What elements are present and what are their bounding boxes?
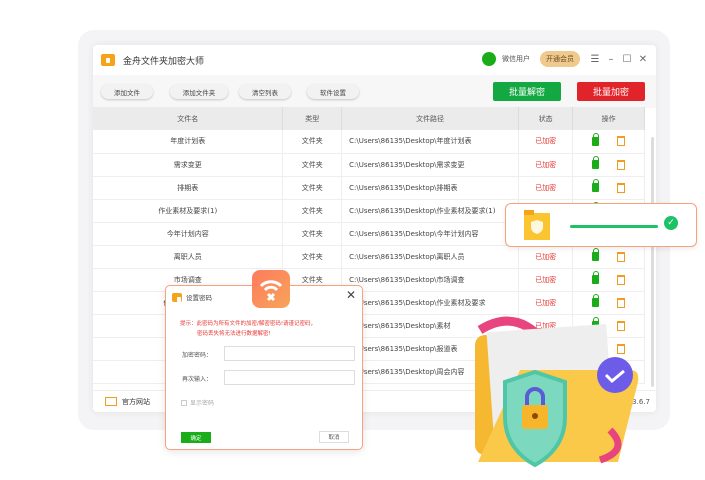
batch-encrypt-button[interactable]: 批量加密 — [577, 82, 645, 101]
no-network-badge — [252, 270, 290, 308]
check-icon: ✓ — [664, 216, 678, 230]
file-path: C:\Users\86135\Desktop\作业素材及要求(1) — [341, 199, 520, 223]
clear-list-button[interactable]: 清空列表 — [239, 84, 291, 99]
dialog-close-icon[interactable]: ✕ — [346, 288, 356, 302]
status-badge: 已加密 — [518, 153, 574, 177]
show-password-checkbox[interactable]: 显示密码 — [181, 398, 214, 407]
file-name: 今年计划内容 — [93, 222, 284, 246]
file-name: 排期表 — [93, 176, 284, 200]
batch-decrypt-button[interactable]: 批量解密 — [493, 82, 561, 101]
vip-button[interactable]: 开通会员 — [540, 51, 580, 67]
file-path: C:\Users\86135\Desktop\排期表 — [341, 176, 520, 200]
table-row[interactable]: 排期表 文件夹 C:\Users\86135\Desktop\排期表 已加密 — [93, 176, 645, 200]
app-logo-icon — [101, 54, 115, 66]
monitor-icon — [105, 397, 117, 406]
file-name: 作业素材及要求(1) — [93, 199, 284, 223]
status-badge: 已加密 — [518, 130, 574, 154]
delete-icon[interactable] — [617, 297, 626, 308]
file-path: C:\Users\86135\Desktop\年度计划表 — [341, 130, 520, 154]
unlock-icon[interactable] — [592, 248, 600, 261]
row-actions — [572, 153, 645, 177]
website-link[interactable]: 官方网站 — [122, 397, 150, 407]
row-actions — [572, 245, 645, 269]
minimize-icon[interactable]: – — [606, 54, 616, 65]
file-type: 文件夹 — [282, 130, 343, 154]
header-path: 文件路径 — [341, 107, 520, 130]
wechat-icon — [482, 52, 496, 66]
status-badge: 已加密 — [518, 245, 574, 269]
dialog-logo-icon — [172, 292, 182, 302]
file-name: 离职人员 — [93, 245, 284, 269]
folder-shield-icon — [524, 210, 550, 240]
progress-bar — [570, 225, 658, 228]
table-row[interactable]: 离职人员 文件夹 C:\Users\86135\Desktop\离职人员 已加密 — [93, 245, 645, 269]
file-path: C:\Users\86135\Desktop\离职人员 — [341, 245, 520, 269]
file-name: 年度计划表 — [93, 130, 284, 154]
encrypted-folder-illustration — [475, 316, 639, 468]
app-title: 金舟文件夹加密大师 — [123, 56, 205, 67]
file-type: 文件夹 — [282, 176, 343, 200]
file-name: 需求变更 — [93, 153, 284, 177]
menu-icon[interactable]: ☰ — [590, 54, 600, 65]
tip-line-1: 提示：此密码为所有文件的加密/解密密码!请谨记密码， — [180, 321, 317, 327]
unlock-icon[interactable] — [592, 294, 600, 307]
row-actions — [572, 268, 645, 292]
file-path: C:\Users\86135\Desktop\市场调查 — [341, 268, 520, 292]
file-type: 文件夹 — [282, 222, 343, 246]
repeat-password-label: 再次输入： — [182, 376, 213, 383]
delete-icon[interactable] — [617, 136, 626, 147]
dialog-tip: 提示：此密码为所有文件的加密/解密密码!请谨记密码， 密码丢失将无法进行数据解密! — [180, 319, 360, 339]
unlock-icon[interactable] — [592, 156, 600, 169]
row-actions — [572, 176, 645, 200]
user-name[interactable]: 微信用户 — [502, 54, 530, 64]
delete-icon[interactable] — [617, 159, 626, 170]
status-badge: 已加密 — [518, 176, 574, 200]
header-name: 文件名 — [93, 107, 284, 130]
set-password-dialog: 设置密码 ✕ 提示：此密码为所有文件的加密/解密密码!请谨记密码， 密码丢失将无法… — [165, 285, 363, 450]
confirm-button[interactable]: 确定 — [181, 432, 211, 443]
header-type: 类型 — [282, 107, 343, 130]
password-input[interactable] — [224, 346, 355, 361]
file-type: 文件夹 — [282, 199, 343, 223]
toolbar: 添加文件 添加文件夹 清空列表 软件设置 批量解密 批量加密 — [93, 75, 656, 108]
password-label: 加密密码： — [182, 352, 213, 359]
delete-icon[interactable] — [617, 182, 626, 193]
show-password-label: 显示密码 — [190, 400, 215, 407]
status-badge: 已加密 — [518, 268, 574, 292]
table-row[interactable]: 需求变更 文件夹 C:\Users\86135\Desktop\需求变更 已加密 — [93, 153, 645, 177]
dialog-title: 设置密码 — [186, 294, 212, 302]
tip-line-2: 密码丢失将无法进行数据解密! — [197, 331, 271, 337]
add-file-button[interactable]: 添加文件 — [101, 84, 153, 99]
cancel-button[interactable]: 取消 — [319, 431, 349, 443]
repeat-password-input[interactable] — [224, 370, 355, 385]
file-path: C:\Users\86135\Desktop\今年计划内容 — [341, 222, 520, 246]
row-actions — [572, 130, 645, 154]
maximize-icon[interactable]: ☐ — [622, 54, 632, 65]
delete-icon[interactable] — [617, 274, 626, 285]
unlock-icon[interactable] — [592, 271, 600, 284]
close-icon[interactable]: ✕ — [638, 54, 648, 65]
header-status: 状态 — [518, 107, 574, 130]
unlock-icon[interactable] — [592, 179, 600, 192]
wifi-off-icon — [259, 280, 283, 302]
unlock-icon[interactable] — [592, 132, 600, 146]
delete-icon[interactable] — [617, 251, 626, 262]
encrypt-progress-card: ✓ — [505, 203, 697, 247]
settings-button[interactable]: 软件设置 — [307, 84, 359, 99]
file-type: 文件夹 — [282, 153, 343, 177]
file-path: C:\Users\86135\Desktop\需求变更 — [341, 153, 520, 177]
header-actions: 操作 — [572, 107, 645, 130]
table-row[interactable]: 年度计划表 文件夹 C:\Users\86135\Desktop\年度计划表 已… — [93, 130, 645, 154]
add-folder-button[interactable]: 添加文件夹 — [170, 84, 228, 99]
file-type: 文件夹 — [282, 245, 343, 269]
title-bar: 金舟文件夹加密大师 微信用户 开通会员 ☰ – ☐ ✕ — [93, 45, 656, 75]
